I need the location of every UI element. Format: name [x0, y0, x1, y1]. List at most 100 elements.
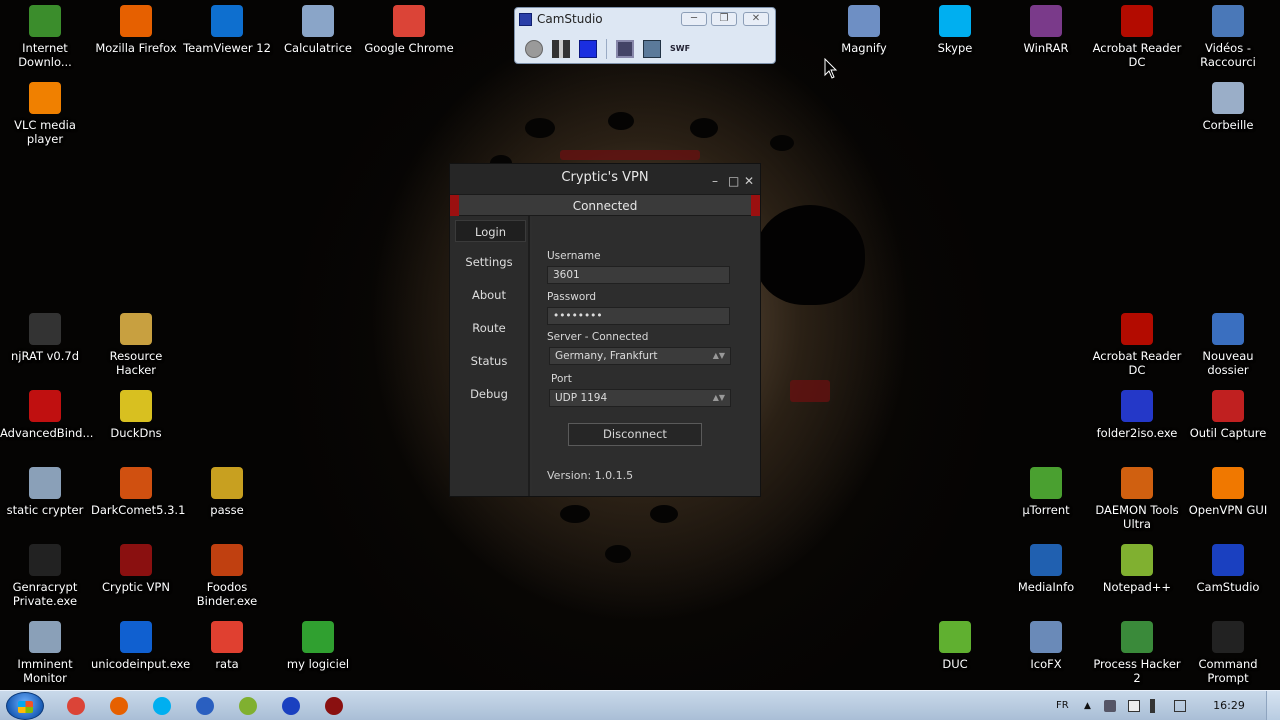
desktop-icon[interactable]: unicodeinput.exe	[91, 621, 190, 671]
nav-login[interactable]: Login	[455, 220, 526, 242]
disconnect-button[interactable]: Disconnect	[568, 423, 702, 446]
taskbar-button[interactable]	[316, 693, 352, 719]
desktop-icon[interactable]: Skype	[910, 5, 1000, 55]
desktop-icon[interactable]: AdvancedBind...	[0, 390, 93, 440]
tray-app-icon[interactable]	[1104, 700, 1116, 712]
desktop-icon[interactable]: Magnify	[819, 5, 909, 55]
nav-settings[interactable]: Settings	[450, 246, 528, 279]
desktop-icon[interactable]: TeamViewer 12	[182, 5, 272, 55]
port-select[interactable]: UDP 1194 ▲▼	[549, 389, 731, 407]
notepadpp-icon	[239, 697, 257, 715]
desktop-icon[interactable]: folder2iso.exe	[1092, 390, 1182, 440]
desktop-icon[interactable]: Acrobat Reader DC	[1092, 313, 1182, 377]
nav-status[interactable]: Status	[450, 345, 528, 378]
options-icon[interactable]	[616, 40, 634, 58]
desktop-icon[interactable]: njRAT v0.7d	[0, 313, 90, 363]
desktop-icon[interactable]: VLC media player	[0, 82, 90, 146]
desktop-icon[interactable]: static crypter	[0, 467, 90, 517]
stop-icon[interactable]	[579, 40, 597, 58]
server-select[interactable]: Germany, Frankfurt ▲▼	[549, 347, 731, 365]
desktop-icon[interactable]: Imminent Monitor	[0, 621, 90, 685]
username-field[interactable]: 3601	[547, 266, 730, 284]
desktop-icon[interactable]: WinRAR	[1001, 5, 1091, 55]
nav-about[interactable]: About	[450, 279, 528, 312]
show-desktop-button[interactable]	[1266, 691, 1280, 720]
volume-icon[interactable]	[1150, 699, 1162, 713]
desktop-icon[interactable]: Acrobat Reader DC	[1092, 5, 1182, 69]
desktop-icon[interactable]: Calculatrice	[273, 5, 363, 55]
network-icon[interactable]	[1174, 700, 1186, 712]
desktop-icon[interactable]: my logiciel	[273, 621, 363, 671]
close-button[interactable]: ✕	[743, 12, 769, 26]
desktop-icon[interactable]: DarkComet5.3.1	[91, 467, 185, 517]
mouse-cursor-icon	[824, 58, 838, 79]
desktop-icon[interactable]: IcoFX	[1001, 621, 1091, 671]
desktop-icon-label: Acrobat Reader DC	[1092, 41, 1182, 69]
tray-expand-icon[interactable]: ▲	[1084, 691, 1091, 720]
desktop-icon-label: Acrobat Reader DC	[1092, 349, 1182, 377]
minimize-icon[interactable]: –	[712, 167, 718, 195]
desktop-icon-label: TeamViewer 12	[183, 41, 271, 55]
desktop-icon[interactable]: Command Prompt	[1183, 621, 1273, 685]
wallpaper-mask-hole	[608, 112, 634, 130]
restore-button[interactable]: ❐	[711, 12, 737, 26]
nav-route[interactable]: Route	[450, 312, 528, 345]
desktop-icon[interactable]: DUC	[910, 621, 1000, 671]
desktop-icon[interactable]: CamStudio	[1183, 544, 1273, 594]
region-icon[interactable]	[643, 40, 661, 58]
notepadpp-icon	[1121, 544, 1153, 576]
desktop-icon[interactable]: DAEMON Tools Ultra	[1092, 467, 1182, 531]
desktop-icon[interactable]: Notepad++	[1092, 544, 1182, 594]
password-field[interactable]: ••••••••	[547, 307, 730, 325]
nav-debug[interactable]: Debug	[450, 378, 528, 411]
desktop-icon[interactable]: Vidéos - Raccourci	[1183, 5, 1273, 69]
desktop-icon[interactable]: Mozilla Firefox	[91, 5, 181, 55]
camstudio-window[interactable]: CamStudio ─ ❐ ✕ SWF	[514, 7, 776, 64]
desktop-icon[interactable]: rata	[182, 621, 272, 671]
taskbar: FR ▲ 16:29	[0, 690, 1280, 720]
taskbar-button[interactable]	[273, 693, 309, 719]
desktop-icon[interactable]: Genracrypt Private.exe	[0, 544, 90, 608]
desktop-icon[interactable]: OpenVPN GUI	[1183, 467, 1273, 517]
desktop-icon[interactable]: MediaInfo	[1001, 544, 1091, 594]
genracrypt-icon	[29, 544, 61, 576]
desktop-icon[interactable]: Process Hacker 2	[1092, 621, 1182, 685]
pause-icon[interactable]	[552, 40, 570, 58]
desktop-icon[interactable]: Google Chrome	[364, 5, 454, 55]
record-icon[interactable]	[525, 40, 543, 58]
desktop-icon[interactable]: Foodos Binder.exe	[182, 544, 272, 608]
maximize-icon[interactable]: □	[728, 167, 739, 195]
desktop-icon[interactable]: Cryptic VPN	[91, 544, 181, 594]
swf-icon[interactable]: SWF	[670, 40, 690, 58]
status-indicator-right	[751, 195, 760, 217]
desktop-icon[interactable]: passe	[182, 467, 272, 517]
vpn-window[interactable]: Cryptic's VPN – □ ✕ Connected Login Sett…	[449, 163, 761, 497]
close-icon[interactable]: ✕	[744, 167, 754, 195]
port-label: Port	[551, 373, 572, 385]
desktop-icon-label: Mozilla Firefox	[95, 41, 177, 55]
vpn-titlebar[interactable]: Cryptic's VPN – □ ✕	[450, 164, 760, 194]
camstudio-icon	[519, 12, 532, 26]
taskbar-button[interactable]	[187, 693, 223, 719]
language-indicator[interactable]: FR	[1056, 691, 1069, 720]
minimize-button[interactable]: ─	[681, 12, 707, 26]
start-button[interactable]	[6, 692, 44, 720]
desktop-icon[interactable]: µTorrent	[1001, 467, 1091, 517]
desktop-icon[interactable]: Internet Downlo...	[0, 5, 90, 69]
desktop-icon[interactable]: DuckDns	[91, 390, 181, 440]
action-center-icon[interactable]	[1128, 700, 1140, 712]
taskbar-button[interactable]	[144, 693, 180, 719]
taskbar-button[interactable]	[58, 693, 94, 719]
desktop-icon[interactable]: Outil Capture	[1183, 390, 1273, 440]
desktop-icon[interactable]: Nouveau dossier	[1183, 313, 1273, 377]
biohazard-icon	[29, 390, 61, 422]
daemon-tools-icon	[1121, 467, 1153, 499]
desktop-icon[interactable]: Corbeille	[1183, 82, 1273, 132]
port-value: UDP 1194	[555, 392, 608, 404]
taskbar-button[interactable]	[101, 693, 137, 719]
cryptic-vpn-icon	[325, 697, 343, 715]
desktop-icon[interactable]: Resource Hacker	[91, 313, 181, 377]
clock[interactable]: 16:29	[1205, 691, 1253, 720]
camstudio-icon	[282, 697, 300, 715]
taskbar-button[interactable]	[230, 693, 266, 719]
